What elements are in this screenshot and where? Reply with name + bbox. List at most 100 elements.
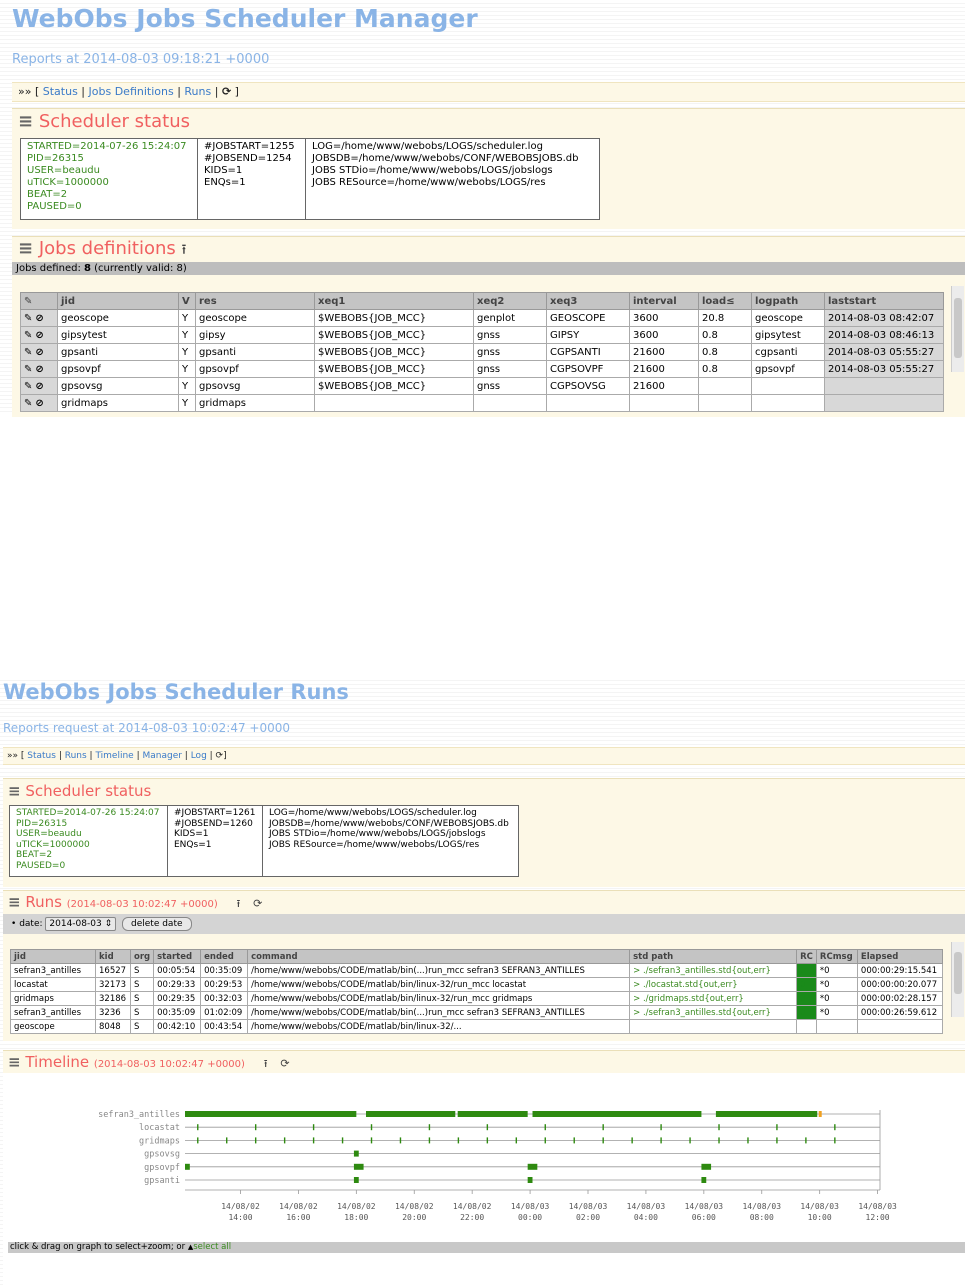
jobs-definitions-header[interactable]: ≡ Jobs definitions ⭱ [18, 238, 186, 263]
delete-icon[interactable]: ⊘ [35, 364, 43, 375]
run-bar[interactable] [527, 1163, 538, 1170]
run-tick[interactable] [312, 1137, 315, 1144]
col-xeq2[interactable]: xeq2 [473, 292, 547, 310]
col-logpath[interactable]: logpath [751, 292, 825, 310]
run-tick[interactable] [602, 1137, 604, 1144]
run-tick[interactable] [341, 1137, 344, 1144]
col-laststart[interactable]: laststart [824, 292, 944, 310]
scrollbar-thumb[interactable] [954, 952, 962, 994]
run-tick[interactable] [312, 1124, 315, 1131]
delete-icon[interactable]: ⊘ [35, 381, 43, 392]
runs-header[interactable]: ≡ Runs (2014-08-03 10:02:47 +0000) ⭱ ⟳ [8, 893, 262, 914]
run-tick[interactable] [631, 1137, 633, 1144]
run-tick[interactable] [283, 1137, 286, 1144]
refresh-icon[interactable]: ⟳ [280, 1057, 289, 1070]
run-tick[interactable] [776, 1137, 778, 1144]
menu-icon[interactable]: ≡ [8, 782, 21, 800]
refresh-icon[interactable]: ⟳ [216, 748, 224, 764]
run-tick[interactable] [226, 1137, 228, 1144]
run-tick[interactable] [254, 1124, 257, 1131]
cell-std-path[interactable]: > ./sefran3_antilles.std{out,err} [629, 1005, 798, 1020]
run-tick[interactable] [370, 1124, 373, 1131]
run-tick[interactable] [573, 1137, 575, 1144]
runs-table-viewport[interactable]: jid kid org started ended command std pa… [10, 949, 943, 1038]
cell-std-path[interactable]: > ./locastat.std{out,err} [629, 977, 798, 992]
cell-std-path[interactable]: > ./gridmaps.std{out,err} [629, 991, 798, 1006]
run-bar[interactable] [353, 1150, 359, 1157]
run-tick[interactable] [197, 1137, 199, 1144]
col-jid[interactable]: jid [10, 949, 96, 964]
run-bar[interactable] [365, 1111, 456, 1117]
refresh-icon[interactable]: ⟳ [222, 83, 231, 101]
run-tick[interactable] [515, 1137, 518, 1144]
menu-icon[interactable]: ≡ [8, 1053, 21, 1071]
col-std-path[interactable]: std path [629, 949, 798, 964]
run-bar[interactable] [527, 1177, 533, 1183]
menu-icon[interactable]: ≡ [18, 238, 33, 259]
run-tick[interactable] [660, 1137, 662, 1144]
nav-link-timeline[interactable]: Timeline [95, 751, 133, 761]
nav-link-status[interactable]: Status [43, 85, 78, 98]
run-tick[interactable] [602, 1124, 604, 1131]
run-tick[interactable] [660, 1124, 662, 1131]
col-interval[interactable]: interval [629, 292, 699, 310]
col-xeq3[interactable]: xeq3 [546, 292, 630, 310]
menu-icon[interactable]: ≡ [8, 893, 21, 911]
run-tick[interactable] [689, 1137, 691, 1144]
col-command[interactable]: command [247, 949, 631, 964]
col-ended[interactable]: ended [200, 949, 249, 964]
col-jid[interactable]: jid [57, 292, 179, 310]
delete-icon[interactable]: ⊘ [35, 313, 43, 324]
delete-date-button[interactable]: delete date [122, 917, 192, 931]
run-bar[interactable] [715, 1111, 818, 1117]
jobs-table-scrollbar[interactable] [951, 286, 964, 372]
col-load[interactable]: load≤ [698, 292, 752, 310]
delete-icon[interactable]: ⊘ [35, 347, 43, 358]
col-xeq1[interactable]: xeq1 [314, 292, 474, 310]
run-bar[interactable] [185, 1163, 190, 1170]
run-tick[interactable] [805, 1137, 807, 1144]
nav-link-log[interactable]: Log [191, 751, 207, 761]
edit-icon[interactable]: ✎ [24, 347, 32, 358]
run-tick[interactable] [428, 1137, 431, 1144]
run-tick[interactable] [747, 1137, 749, 1144]
nav-link-jobs-definitions[interactable]: Jobs Definitions [89, 85, 174, 98]
date-select[interactable]: 2014-08-03 ⇕ [45, 917, 117, 931]
run-bar[interactable] [185, 1111, 357, 1117]
collapse-top-icon[interactable]: ⭱ [182, 239, 187, 263]
scheduler-status-header[interactable]: ≡ Scheduler status [18, 111, 190, 132]
run-tick[interactable] [254, 1137, 257, 1144]
runs-table-scrollbar[interactable] [951, 942, 964, 1017]
col-valid[interactable]: V [178, 292, 196, 310]
run-tick[interactable] [834, 1137, 836, 1144]
run-tick[interactable] [718, 1137, 720, 1144]
run-tick[interactable] [718, 1124, 720, 1131]
run-tick[interactable] [399, 1137, 402, 1144]
col-res[interactable]: res [195, 292, 315, 310]
select-all-link[interactable]: select all [193, 1242, 231, 1252]
cell-std-path[interactable]: > ./sefran3_antilles.std{out,err} [629, 963, 798, 978]
nav-link-status[interactable]: Status [27, 751, 56, 761]
run-bar[interactable] [353, 1177, 359, 1183]
run-tick[interactable] [486, 1124, 489, 1131]
scrollbar-thumb[interactable] [954, 298, 962, 358]
run-tick[interactable] [544, 1137, 546, 1144]
edit-icon[interactable]: ✎ [24, 330, 32, 341]
run-tick[interactable] [457, 1137, 460, 1144]
col-rc[interactable]: RC [796, 949, 817, 964]
menu-icon[interactable]: ≡ [18, 111, 33, 132]
run-bar[interactable] [457, 1111, 528, 1117]
run-tick[interactable] [370, 1137, 373, 1144]
edit-icon[interactable]: ✎ [24, 364, 32, 375]
edit-icon[interactable]: ✎ [24, 381, 32, 392]
run-bar[interactable] [701, 1163, 712, 1170]
run-bar[interactable] [353, 1163, 364, 1170]
nav-link-runs[interactable]: Runs [65, 751, 87, 761]
run-tick[interactable] [776, 1124, 778, 1131]
collapse-top-icon[interactable]: ⭱ [237, 895, 241, 914]
running-bar[interactable] [818, 1111, 822, 1117]
run-tick[interactable] [544, 1124, 546, 1131]
timeline-chart[interactable]: sefran3_antilles locastat gridmaps gpsovsg g… [0, 1102, 960, 1252]
run-tick[interactable] [486, 1137, 489, 1144]
jobs-table-viewport[interactable]: ✎ jid V res xeq1 xeq2 xeq3 interval load… [20, 292, 945, 413]
